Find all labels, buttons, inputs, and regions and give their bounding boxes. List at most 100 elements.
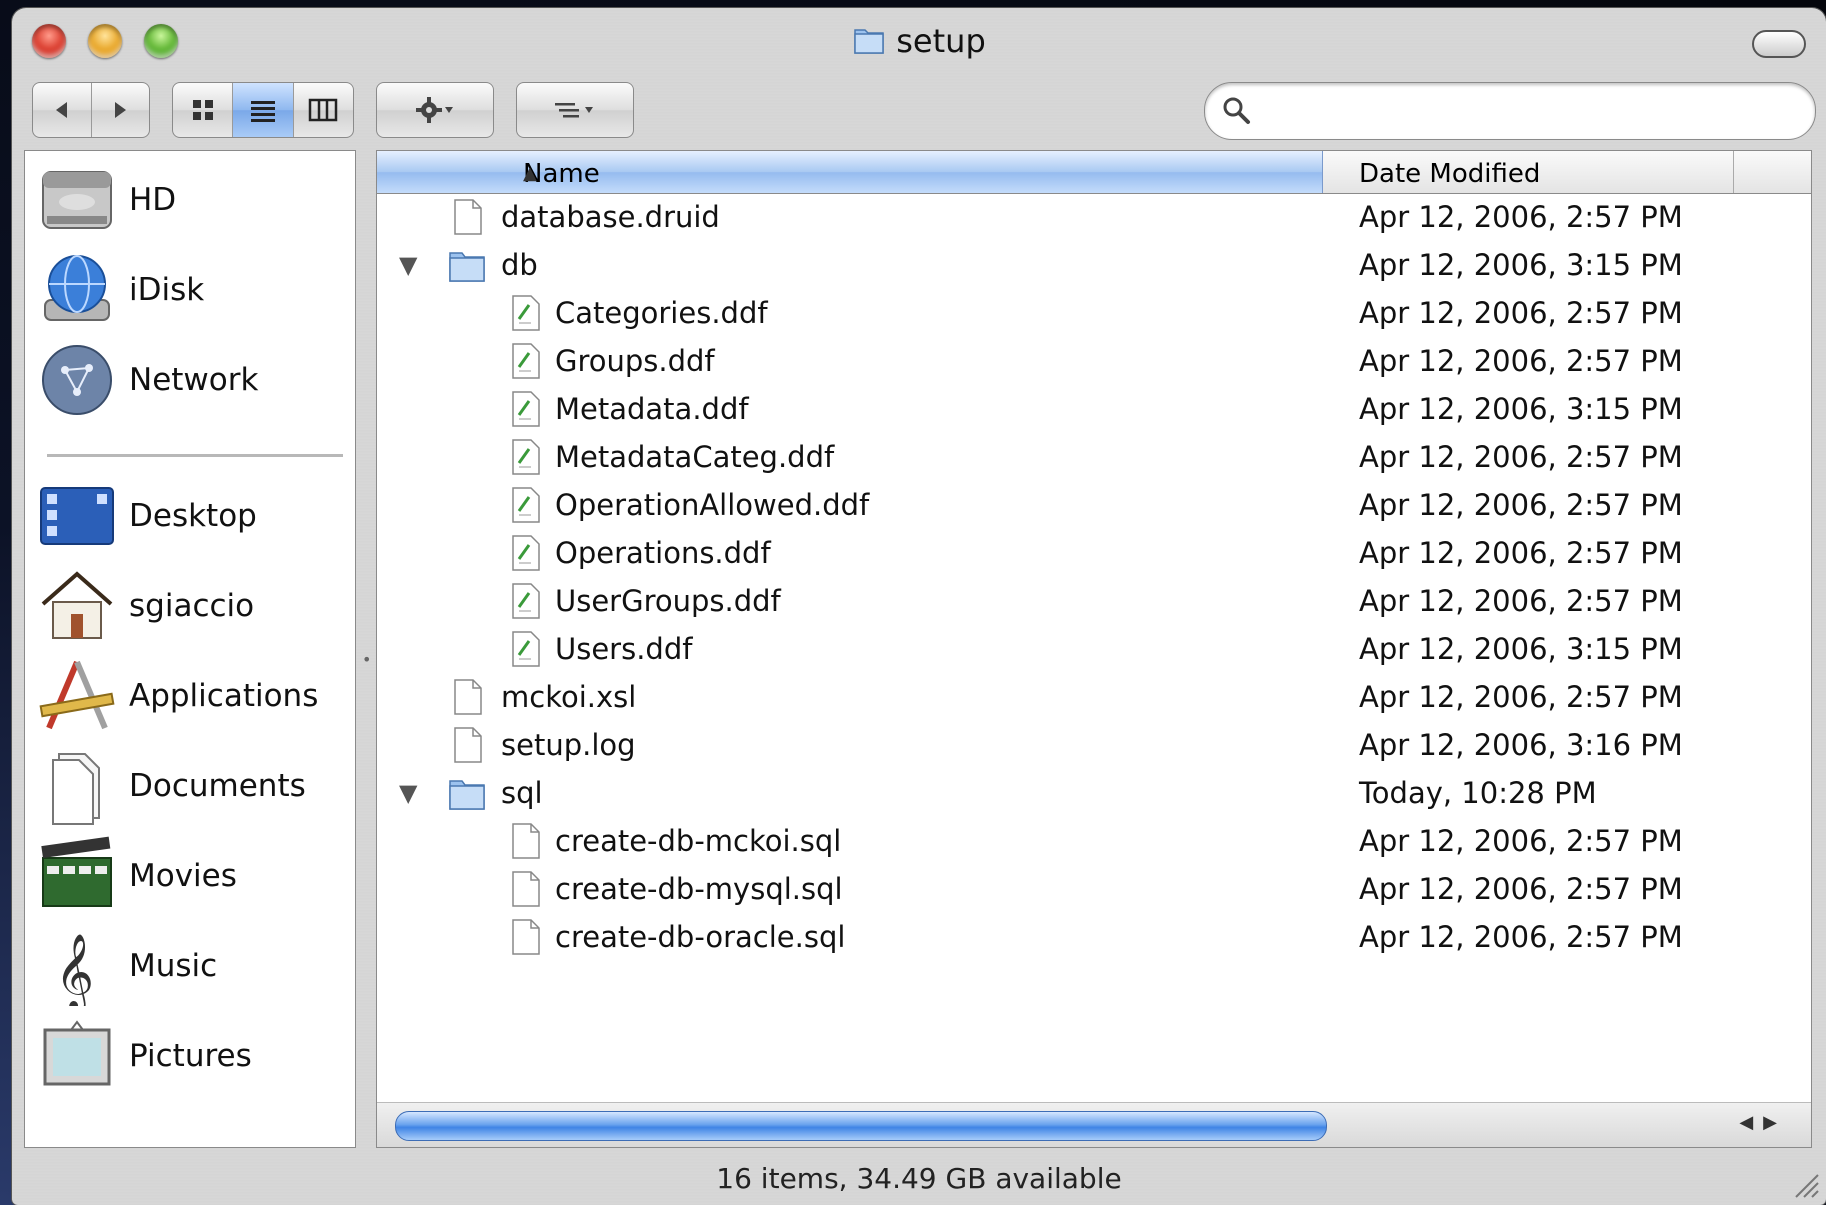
list-row[interactable]: MetadataCateg.ddf Apr 12, 2006, 2:57 PM xyxy=(377,433,1811,481)
file-date: Today, 10:28 PM xyxy=(1359,776,1597,810)
sidebar-item-label: Desktop xyxy=(129,498,257,534)
ddf-document-icon xyxy=(512,439,540,475)
list-row[interactable]: mckoi.xsl Apr 12, 2006, 2:57 PM xyxy=(377,673,1811,721)
date-column-header[interactable]: Date Modified xyxy=(1323,151,1734,193)
document-icon xyxy=(454,679,482,715)
hard-drive-icon xyxy=(37,160,117,240)
list-view-button[interactable] xyxy=(233,83,294,137)
sidebar-item-label: Network xyxy=(129,362,259,398)
sidebar-item-label: iDisk xyxy=(129,272,205,308)
document-icon xyxy=(512,823,540,859)
arrange-menu-button[interactable] xyxy=(516,82,634,138)
name-column-header[interactable]: Name ▲ xyxy=(377,151,1323,193)
file-name: MetadataCateg.ddf xyxy=(555,440,835,474)
list-row[interactable]: create-db-oracle.sql Apr 12, 2006, 2:57 P… xyxy=(377,913,1811,961)
documents-icon xyxy=(37,746,117,826)
scrollbar-thumb[interactable] xyxy=(395,1111,1327,1141)
file-name: Groups.ddf xyxy=(555,344,715,378)
resize-grip-icon[interactable] xyxy=(1790,1169,1820,1199)
file-date: Apr 12, 2006, 2:57 PM xyxy=(1359,344,1683,378)
sidebar-item-pictures[interactable]: Pictures xyxy=(25,1011,355,1101)
list-view-icon xyxy=(250,101,275,122)
list-row[interactable]: ▼ sql Today, 10:28 PM xyxy=(377,769,1811,817)
file-list: Name ▲ Date Modified database.druid Apr 1… xyxy=(376,150,1812,1148)
status-bar: 16 items, 34.49 GB available xyxy=(12,1148,1826,1205)
list-row[interactable]: ▼ db Apr 12, 2006, 3:15 PM xyxy=(377,241,1811,289)
sidebar-item-sgiaccio[interactable]: sgiaccio xyxy=(25,561,355,651)
list-header: Name ▲ Date Modified xyxy=(377,151,1811,194)
window-title: setup xyxy=(12,22,1826,60)
file-date: Apr 12, 2006, 3:15 PM xyxy=(1359,632,1683,666)
file-date: Apr 12, 2006, 2:57 PM xyxy=(1359,584,1683,618)
sidebar-item-idisk[interactable]: iDisk xyxy=(25,245,355,335)
sidebar-divider xyxy=(47,454,343,457)
ddf-document-icon xyxy=(512,631,540,667)
arrange-icon xyxy=(555,103,593,118)
sidebar-item-music[interactable]: 𝄞 Music xyxy=(25,921,355,1013)
sidebar-item-network[interactable]: Network xyxy=(25,335,355,425)
ddf-document-icon xyxy=(512,535,540,571)
file-date: Apr 12, 2006, 2:57 PM xyxy=(1359,296,1683,330)
toolbar-toggle-button[interactable] xyxy=(1752,30,1806,58)
list-row[interactable]: create-db-mckoi.sql Apr 12, 2006, 2:57 PM xyxy=(377,817,1811,865)
ddf-document-icon xyxy=(512,391,540,427)
file-name: database.druid xyxy=(501,200,720,234)
search-field[interactable] xyxy=(1204,82,1816,140)
sidebar-item-desktop[interactable]: Desktop xyxy=(25,471,355,561)
list-row[interactable]: OperationAllowed.ddf Apr 12, 2006, 2:57 P… xyxy=(377,481,1811,529)
sidebar-item-hd[interactable]: HD xyxy=(25,155,355,245)
sidebar-item-label: Music xyxy=(129,948,218,984)
file-date: Apr 12, 2006, 2:57 PM xyxy=(1359,536,1683,570)
list-row[interactable]: Categories.ddf Apr 12, 2006, 2:57 PM xyxy=(377,289,1811,337)
scroll-right-icon[interactable]: ▶ xyxy=(1763,1112,1787,1133)
disclosure-triangle-icon[interactable]: ▼ xyxy=(399,251,417,279)
scroll-arrows[interactable]: ◀▶ xyxy=(1739,1112,1787,1133)
view-mode-control xyxy=(172,82,354,138)
scroll-left-icon[interactable]: ◀ xyxy=(1739,1112,1763,1133)
list-row[interactable]: database.druid Apr 12, 2006, 2:57 PM xyxy=(377,193,1811,241)
file-name: db xyxy=(501,248,538,282)
sort-ascending-icon: ▲ xyxy=(523,163,537,184)
sidebar-item-documents[interactable]: Documents xyxy=(25,741,355,831)
sidebar-item-applications[interactable]: Applications xyxy=(25,651,355,741)
search-icon xyxy=(1223,97,1250,124)
sidebar-item-movies[interactable]: Movies xyxy=(25,831,355,921)
file-date: Apr 12, 2006, 2:57 PM xyxy=(1359,872,1683,906)
list-row[interactable]: setup.log Apr 12, 2006, 3:16 PM xyxy=(377,721,1811,769)
network-icon xyxy=(37,340,117,420)
file-name: create-db-mysql.sql xyxy=(555,872,843,906)
folder-icon xyxy=(449,780,485,810)
back-button[interactable] xyxy=(33,83,92,137)
list-row[interactable]: Operations.ddf Apr 12, 2006, 2:57 PM xyxy=(377,529,1811,577)
file-name: Users.ddf xyxy=(555,632,693,666)
list-row[interactable]: Groups.ddf Apr 12, 2006, 2:57 PM xyxy=(377,337,1811,385)
forward-button[interactable] xyxy=(92,83,150,137)
finder-window: setup HD iDisk Network Desktop sgiaccio … xyxy=(12,8,1826,1205)
disclosure-triangle-icon[interactable]: ▼ xyxy=(399,779,417,807)
back-arrow-icon xyxy=(55,102,67,118)
icon-view-button[interactable] xyxy=(173,83,234,137)
file-name: Operations.ddf xyxy=(555,536,771,570)
title-bar[interactable]: setup xyxy=(12,8,1826,78)
sidebar-item-label: Pictures xyxy=(129,1038,252,1074)
window-title-text: setup xyxy=(896,22,986,60)
file-name: Metadata.ddf xyxy=(555,392,749,426)
sidebar: HD iDisk Network Desktop sgiaccio Applic… xyxy=(24,150,356,1148)
icon-view-icon xyxy=(192,100,213,120)
gear-icon xyxy=(416,97,453,123)
sidebar-splitter[interactable]: • xyxy=(356,150,376,1148)
ddf-document-icon xyxy=(512,295,540,331)
list-row[interactable]: Users.ddf Apr 12, 2006, 3:15 PM xyxy=(377,625,1811,673)
column-view-icon xyxy=(309,98,338,122)
search-input[interactable] xyxy=(1265,93,1789,129)
ddf-document-icon xyxy=(512,487,540,523)
column-view-button[interactable] xyxy=(294,83,353,137)
list-row[interactable]: Metadata.ddf Apr 12, 2006, 3:15 PM xyxy=(377,385,1811,433)
splitter-grip-icon: • xyxy=(362,650,372,669)
back-forward-control xyxy=(32,82,150,138)
list-row[interactable]: UserGroups.ddf Apr 12, 2006, 2:57 PM xyxy=(377,577,1811,625)
horizontal-scrollbar[interactable]: ◀▶ xyxy=(377,1102,1811,1147)
file-name: mckoi.xsl xyxy=(501,680,637,714)
list-row[interactable]: create-db-mysql.sql Apr 12, 2006, 2:57 PM xyxy=(377,865,1811,913)
action-menu-button[interactable] xyxy=(376,82,494,138)
